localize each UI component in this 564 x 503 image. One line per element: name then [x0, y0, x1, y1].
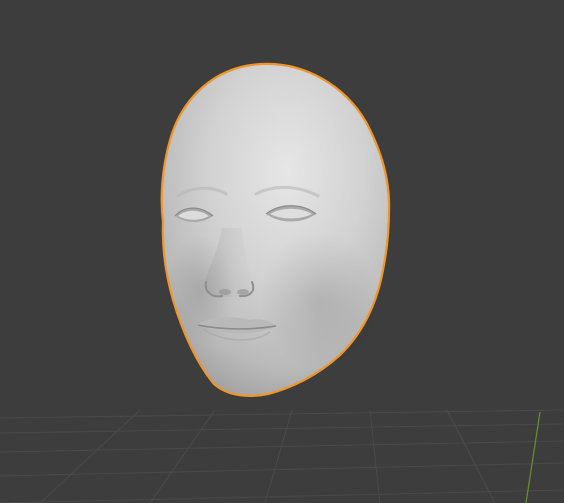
- cheek-shadow: [260, 230, 380, 370]
- 3d-viewport[interactable]: [0, 0, 564, 503]
- viewport-canvas[interactable]: [0, 0, 564, 503]
- head-mesh[interactable]: [160, 62, 391, 397]
